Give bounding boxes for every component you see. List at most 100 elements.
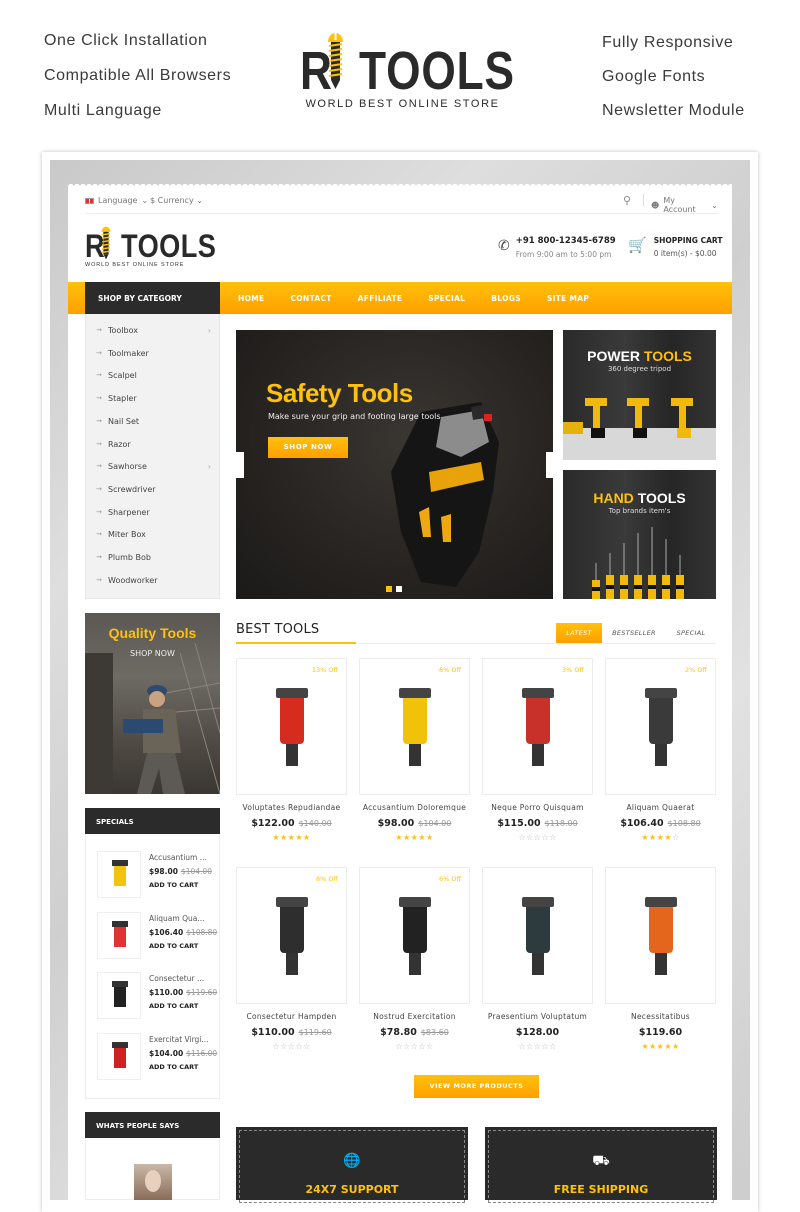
add-to-cart-button[interactable]: ADD TO CART <box>149 1002 198 1010</box>
slider-subtitle: Make sure your grip and footing large to… <box>268 412 441 421</box>
zigzag-edge <box>68 181 732 187</box>
product-image-box[interactable]: 6% Off <box>359 658 470 795</box>
specials-list: Accusantium ... $98.00 $104.00 ADD TO CART A… <box>85 834 220 1099</box>
category-item[interactable]: → Toolmaker <box>96 349 211 358</box>
star-empty-icon: ☆ <box>541 1042 549 1051</box>
price-old: $108.80 <box>667 819 701 828</box>
product-name[interactable]: Nostrud Exercitation <box>359 1012 470 1021</box>
slider-next-arrow[interactable] <box>546 452 554 478</box>
rating-stars: ☆☆☆☆☆ <box>482 833 593 842</box>
add-to-cart-button[interactable]: ADD TO CART <box>149 1063 198 1071</box>
search-icon[interactable]: ⚲ <box>623 194 631 207</box>
arrow-right-icon: → <box>96 371 102 380</box>
phone-icon: ✆ <box>498 238 510 254</box>
category-item[interactable]: → Miter Box <box>96 530 211 539</box>
special-thumbnail[interactable] <box>97 1032 141 1080</box>
testimonials-header: WHATS PEOPLE SAYS <box>85 1112 220 1138</box>
slider-prev-arrow[interactable] <box>236 452 244 478</box>
nav-blogs[interactable]: BLOGS <box>491 294 521 303</box>
special-name[interactable]: Exercitat Virgi... <box>149 1035 209 1044</box>
product-name[interactable]: Consectetur Hampden <box>236 1012 347 1021</box>
store-logo[interactable]: R TOOLS WORLD BEST ONLINE STORE <box>85 226 216 271</box>
add-to-cart-button[interactable]: ADD TO CART <box>149 881 198 889</box>
product-name[interactable]: Accusantium Doloremque <box>359 803 470 812</box>
tab-special[interactable]: SPECIAL <box>666 623 716 643</box>
tab-bestseller[interactable]: BESTSELLER <box>606 623 662 643</box>
category-item[interactable]: → Screwdriver <box>96 485 211 494</box>
discount-badge: 3% Off <box>562 666 584 674</box>
account-menu[interactable]: ☻ My Account ⌄ <box>651 196 718 214</box>
service-support: 🌐 24X7 SUPPORT <box>236 1127 468 1203</box>
special-item: Exercitat Virgi... $104.00 $116.00 ADD TO C… <box>97 1032 217 1081</box>
discount-badge: 13% Off <box>311 666 338 674</box>
opening-hours: From 9:00 am to 5:00 pm <box>515 250 612 259</box>
hand-tools-banner[interactable]: HAND TOOLS Top brands item's <box>563 470 716 599</box>
language-selector[interactable]: Language ⌄ <box>85 196 148 205</box>
product-image-box[interactable]: 13% Off <box>236 658 347 795</box>
product-price: $122.00 $140.00 <box>236 818 347 829</box>
product-image <box>112 920 128 947</box>
category-item[interactable]: → Sharpener <box>96 508 211 517</box>
special-thumbnail[interactable] <box>97 911 141 959</box>
product-name[interactable]: Voluptates Repudiandae <box>236 803 347 812</box>
special-price: $110.00 $119.60 <box>149 988 217 997</box>
glove-image <box>391 402 499 587</box>
special-thumbnail[interactable] <box>97 972 141 1019</box>
special-name[interactable]: Aliquam Qua... <box>149 914 205 923</box>
special-thumbnail[interactable] <box>97 851 141 898</box>
power-tools-banner[interactable]: POWER TOOLS 360 degree tripod <box>563 330 716 460</box>
category-item[interactable]: → Woodworker <box>96 576 211 585</box>
shop-now-button[interactable]: SHOP NOW <box>268 437 348 458</box>
special-price: $104.00 $116.00 <box>149 1049 217 1058</box>
product-image <box>276 897 308 975</box>
promo-logo: R TOOLS WORLD BEST ONLINE STORE <box>300 30 514 114</box>
add-to-cart-button[interactable]: ADD TO CART <box>149 942 198 950</box>
quality-tools-banner[interactable]: Quality Tools SHOP NOW <box>85 613 220 794</box>
category-item[interactable]: → Nail Set <box>96 417 211 426</box>
special-name[interactable]: Accusantium ... <box>149 853 207 862</box>
product-image-box[interactable] <box>605 867 716 1004</box>
star-filled-icon: ★ <box>664 833 672 842</box>
slider-dot-1[interactable] <box>386 586 392 592</box>
category-item[interactable]: → Stapler <box>96 394 211 403</box>
special-name[interactable]: Consectetur ... <box>149 974 204 983</box>
slider-dot-2[interactable] <box>396 586 402 592</box>
nav-site-map[interactable]: SITE MAP <box>547 294 589 303</box>
nav-affiliate[interactable]: AFFILIATE <box>358 294 403 303</box>
special-item: Accusantium ... $98.00 $104.00 ADD TO CART <box>97 851 217 899</box>
shopping-cart[interactable]: 🛒 SHOPPING CART 0 item(s) - $0.00 <box>628 236 722 258</box>
chevron-down-icon: ⌄ <box>141 196 149 205</box>
product-name[interactable]: Necessitatibus <box>605 1012 716 1021</box>
star-empty-icon: ☆ <box>295 1042 303 1051</box>
category-item[interactable]: → Sawhorse › <box>96 462 211 471</box>
hero-slider: Safety Tools Make sure your grip and foo… <box>236 330 553 599</box>
price-current: $78.80 <box>380 1027 417 1038</box>
nav-special[interactable]: SPECIAL <box>428 294 465 303</box>
arrow-right-icon: → <box>96 530 102 539</box>
screwdrivers-image <box>592 527 684 599</box>
product-name[interactable]: Praesentium Voluptatum <box>482 1012 593 1021</box>
nav-home[interactable]: HOME <box>238 294 264 303</box>
category-item[interactable]: → Razor <box>96 440 211 449</box>
currency-selector[interactable]: $ Currency ⌄ <box>150 196 203 205</box>
tab-latest[interactable]: LATEST <box>556 623 602 643</box>
star-filled-icon: ★ <box>418 833 426 842</box>
product-image-box[interactable]: 8% Off <box>236 867 347 1004</box>
product-name[interactable]: Aliquam Quaerat <box>605 803 716 812</box>
shop-by-category-button[interactable]: SHOP BY CATEGORY <box>85 282 220 314</box>
category-item[interactable]: → Toolbox › <box>96 326 211 335</box>
special-item: Aliquam Qua... $106.40 $108.80 ADD TO CART <box>97 911 217 960</box>
price-old: $83.60 <box>420 1028 449 1037</box>
view-more-products-button[interactable]: VIEW MORE PRODUCTS <box>414 1075 539 1098</box>
truck-icon: ⛟ <box>592 1153 610 1169</box>
product-image-box[interactable]: 2% Off <box>605 658 716 795</box>
category-item[interactable]: → Scalpel <box>96 371 211 380</box>
product-image-box[interactable] <box>482 867 593 1004</box>
product-image <box>399 688 431 766</box>
nav-contact[interactable]: CONTACT <box>290 294 331 303</box>
special-price: $106.40 $108.80 <box>149 928 217 937</box>
product-image-box[interactable]: 6% Off <box>359 867 470 1004</box>
category-item[interactable]: → Plumb Bob <box>96 553 211 562</box>
product-name[interactable]: Neque Porro Quisquam <box>482 803 593 812</box>
product-image-box[interactable]: 3% Off <box>482 658 593 795</box>
